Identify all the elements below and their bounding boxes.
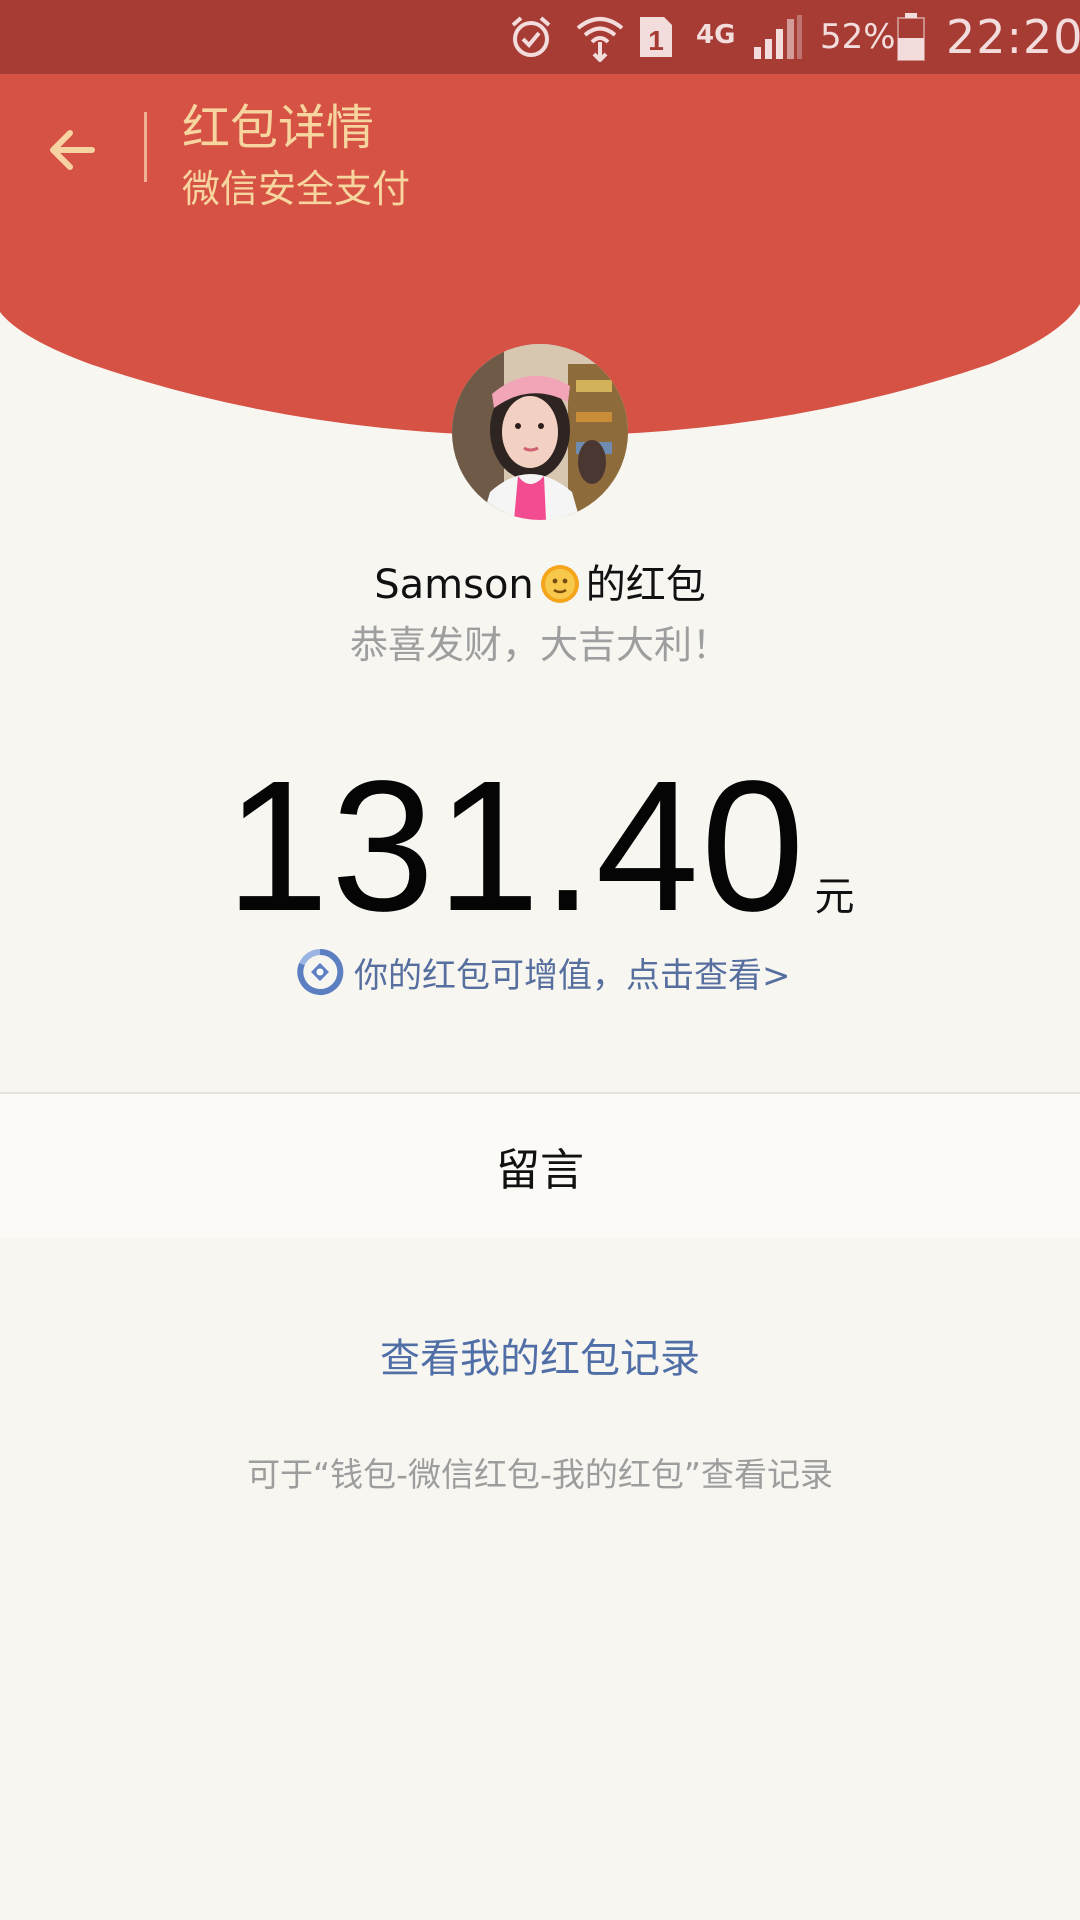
- page-subtitle: 微信安全支付: [182, 167, 411, 211]
- blessing-message: 恭喜发财，大吉大利！: [349, 623, 730, 667]
- currency-unit: 元: [814, 874, 855, 920]
- back-arrow-icon[interactable]: [44, 122, 100, 178]
- wifi-icon: [574, 12, 626, 62]
- signal-icon: [752, 12, 804, 62]
- leave-message-label: 留言: [496, 1145, 584, 1196]
- growth-link[interactable]: 你的红包可增值，点击查看>: [296, 946, 791, 998]
- battery-icon: [896, 12, 928, 62]
- sender-avatar[interactable]: [452, 344, 628, 520]
- sender-suffix: 的红包: [585, 562, 706, 608]
- sim-icon: 1: [636, 12, 678, 62]
- header-divider: [144, 112, 147, 182]
- page-title: 红包详情: [182, 100, 375, 156]
- sender-title: Samson 的红包: [0, 552, 1080, 610]
- wealth-growth-icon: [296, 948, 344, 996]
- leave-message-button[interactable]: 留言: [0, 1094, 1080, 1238]
- growth-link-label: 你的红包可增值，点击查看>: [354, 955, 791, 996]
- battery-percentage: 52%: [820, 17, 896, 57]
- amount-value: 131.40: [225, 743, 807, 950]
- clock-time: 22:20: [946, 10, 1080, 64]
- sim-slot-number: 1: [648, 25, 664, 56]
- view-records-link[interactable]: 查看我的红包记录: [0, 1326, 1080, 1384]
- amount-display: 131.40 元: [0, 740, 1080, 953]
- alarm-icon: [508, 12, 556, 62]
- sender-name: Samson: [374, 562, 534, 608]
- records-hint: 可于“钱包-微信红包-我的红包”查看记录: [246, 1455, 833, 1494]
- sun-face-emoji-icon: [536, 560, 584, 608]
- network-type: 4G: [696, 20, 736, 50]
- status-bar: 1 4G 52% 22:20: [0, 0, 1080, 74]
